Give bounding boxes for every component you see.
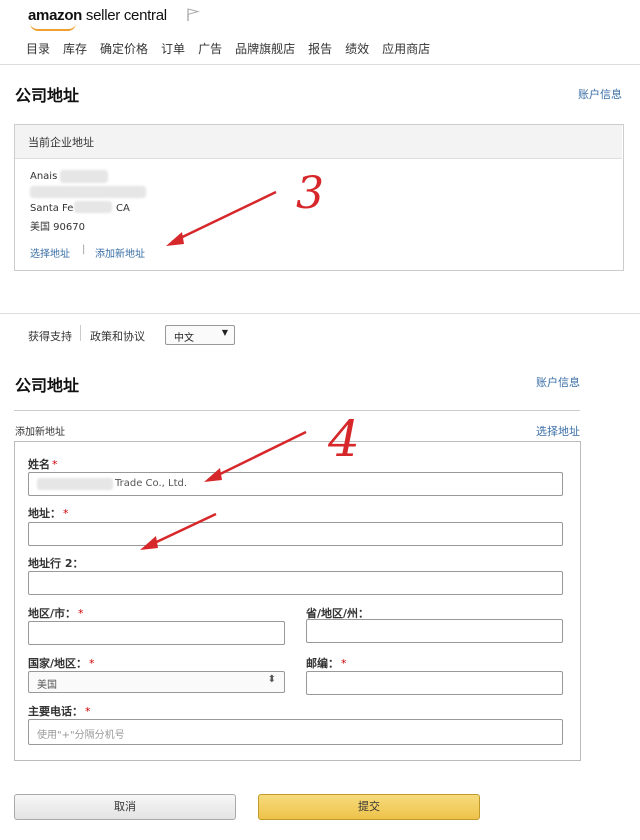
main-nav: 目录 库存 确定价格 订单 广告 品牌旗舰店 报告 绩效 应用商店 [26, 40, 443, 57]
submit-button[interactable]: 提交 [258, 794, 480, 820]
logo-product: seller central [82, 7, 167, 24]
nav-inventory[interactable]: 库存 [63, 40, 87, 57]
account-info-link-2[interactable]: 账户信息 [536, 374, 580, 390]
select-arrows-icon: ⬍ [267, 674, 276, 685]
address-label: 地址： * [28, 505, 69, 521]
redacted-company [37, 478, 113, 490]
redacted-name [60, 170, 108, 183]
country-label-text: 国家/地区： [28, 657, 88, 670]
phone-label-text: 主要电话： [28, 705, 83, 718]
country-label: 国家/地区： * [28, 655, 95, 671]
redacted-city [74, 201, 112, 213]
address2-input[interactable] [28, 571, 563, 595]
chevron-down-icon: ▼ [221, 328, 228, 337]
state-input[interactable] [306, 619, 563, 643]
annotation-arrow-3 [166, 190, 277, 246]
required-mark: * [63, 507, 69, 520]
choose-address-link[interactable]: 选择地址 [30, 245, 70, 260]
country-select[interactable]: 美国 ⬍ [28, 671, 285, 693]
language-value: 中文 [174, 333, 194, 344]
nav-performance[interactable]: 绩效 [345, 40, 369, 57]
nav-pricing[interactable]: 确定价格 [100, 40, 148, 57]
phone-label: 主要电话： * [28, 703, 91, 719]
page-title: 公司地址 [15, 86, 80, 105]
nav-reports[interactable]: 报告 [308, 40, 332, 57]
required-mark: * [52, 458, 58, 471]
add-new-address-link[interactable]: 添加新地址 [95, 245, 145, 260]
flag-icon[interactable] [186, 8, 200, 22]
name-label-text: 姓名 [28, 458, 50, 471]
city-label-text: 地区/市： [28, 607, 77, 620]
current-address-header [15, 125, 622, 159]
header-divider [0, 64, 640, 65]
required-mark: * [341, 657, 347, 670]
address-label-text: 地址： [28, 507, 61, 520]
amazon-seller-central-logo[interactable]: amazon seller central [28, 7, 167, 24]
address-state: CA [116, 203, 130, 214]
current-address-heading: 当前企业地址 [28, 136, 94, 149]
annotation-arrows-4 [140, 430, 307, 550]
cancel-button[interactable]: 取消 [14, 794, 236, 820]
logo-brand: amazon [28, 7, 83, 24]
redacted-street [30, 186, 146, 198]
link-divider: | [82, 244, 86, 255]
section-divider [0, 313, 640, 314]
zip-label-text: 邮编： [306, 657, 339, 670]
add-address-heading: 添加新地址 [15, 427, 65, 438]
zip-label: 邮编： * [306, 655, 347, 671]
language-select[interactable]: 中文 ▼ [165, 325, 235, 345]
nav-advertising[interactable]: 广告 [198, 40, 222, 57]
nav-catalog[interactable]: 目录 [26, 40, 50, 57]
name-label: 姓名 * [28, 456, 58, 472]
account-info-link[interactable]: 账户信息 [578, 86, 622, 102]
address2-label: 地址行 2： [28, 557, 84, 570]
nav-orders[interactable]: 订单 [161, 40, 185, 57]
policies-link[interactable]: 政策和协议 [90, 328, 145, 344]
choose-address-link-2[interactable]: 选择地址 [536, 423, 580, 439]
required-mark: * [89, 657, 95, 670]
address-city: Santa Fe [30, 203, 74, 214]
phone-input[interactable]: 使用"+"分隔分机号 [28, 719, 563, 745]
city-input[interactable] [28, 621, 285, 645]
country-value: 美国 [37, 680, 57, 691]
footer-divider [80, 325, 81, 341]
form-title-divider [14, 410, 580, 411]
annotation-number-4: 4 [328, 410, 360, 468]
form-title: 公司地址 [15, 376, 80, 395]
city-label: 地区/市： * [28, 605, 84, 621]
logo-smile-icon [30, 23, 76, 31]
annotation-number-3: 3 [296, 168, 324, 219]
required-mark: * [85, 705, 91, 718]
required-mark: * [78, 607, 84, 620]
nav-stores[interactable]: 品牌旗舰店 [235, 40, 295, 57]
zip-input[interactable] [306, 671, 563, 695]
get-support-link[interactable]: 获得支持 [28, 328, 72, 344]
phone-placeholder: 使用"+"分隔分机号 [37, 730, 125, 741]
address-name: Anais [30, 171, 58, 182]
address-country-zip: 美国 90670 [30, 222, 85, 233]
nav-appstore[interactable]: 应用商店 [382, 40, 430, 57]
